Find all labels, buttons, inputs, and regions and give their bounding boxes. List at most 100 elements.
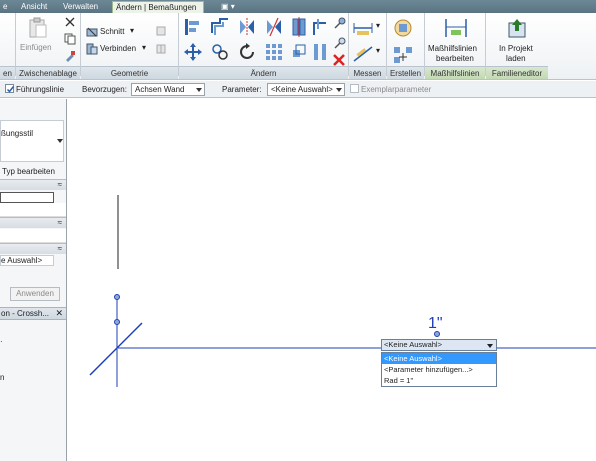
offset-icon[interactable] bbox=[210, 17, 230, 37]
paste-button-label[interactable]: Einfügen bbox=[20, 43, 52, 52]
prefer-select-value: Achsen Wand bbox=[135, 85, 185, 94]
parameter-select-value: <Keine Auswahl> bbox=[271, 85, 333, 94]
join-dropdown-arrow[interactable]: ▾ bbox=[142, 43, 146, 52]
leader-checkbox-group[interactable]: Führungslinie bbox=[5, 84, 64, 96]
instance-parameter-checkbox[interactable] bbox=[350, 84, 359, 93]
scale-icon[interactable] bbox=[291, 42, 307, 62]
drawing-canvas[interactable]: 1" bbox=[68, 99, 596, 461]
close-icon[interactable]: ✕ bbox=[55, 308, 63, 319]
properties-section-header[interactable]: ≈ bbox=[0, 243, 66, 254]
join-geometry-icon[interactable] bbox=[86, 43, 98, 55]
delete-icon[interactable] bbox=[332, 53, 346, 67]
wall-joins-icon[interactable] bbox=[155, 25, 167, 37]
options-bar: Führungslinie Bevorzugen: Achsen Wand Pa… bbox=[0, 81, 596, 98]
panel-label-measure: Messen bbox=[349, 66, 386, 79]
match-properties-icon[interactable] bbox=[64, 50, 76, 62]
edit-witness-lines-label-1[interactable]: Maßhilfslinien bbox=[428, 44, 477, 53]
panel-label-partial: en bbox=[0, 66, 15, 79]
edit-type-button[interactable]: Typ bearbeiten bbox=[2, 167, 55, 176]
dimension-label-select[interactable]: <Keine Auswahl> bbox=[381, 339, 497, 351]
array-icon[interactable] bbox=[264, 42, 284, 62]
cut-dropdown-arrow[interactable]: ▾ bbox=[130, 26, 134, 35]
edit-witness-lines-icon[interactable] bbox=[443, 17, 469, 39]
split-face-icon[interactable] bbox=[155, 43, 167, 55]
panel-label-create: Erstellen bbox=[387, 66, 424, 79]
aligned-dimension-icon[interactable] bbox=[352, 45, 374, 63]
panel-label-clipboard: Zwischenablage bbox=[16, 66, 80, 79]
cut-geometry-label[interactable]: Schnitt bbox=[100, 27, 124, 36]
load-into-project-label-1[interactable]: In Projekt bbox=[499, 44, 533, 53]
panel-label-family-editor: Familieneditor bbox=[486, 66, 548, 79]
properties-palette: ßungsstil Typ bearbeiten ≈ ≈ ≈ e Auswahl… bbox=[0, 99, 67, 461]
option-add-parameter[interactable]: <Parameter hinzufügen...> bbox=[382, 364, 496, 375]
collapse-icon[interactable]: ≈ bbox=[58, 244, 62, 253]
unpin-icon[interactable] bbox=[332, 37, 346, 51]
cut-geometry-icon[interactable] bbox=[86, 26, 98, 38]
drawing-svg[interactable] bbox=[68, 99, 596, 461]
chevron-down-icon bbox=[196, 88, 202, 92]
browser-item[interactable]: n bbox=[0, 373, 4, 382]
chevron-down-icon bbox=[336, 88, 342, 92]
instance-parameter-group[interactable]: Exemplarparameter bbox=[350, 84, 431, 96]
collapse-icon[interactable]: ≈ bbox=[58, 218, 62, 227]
panel-label-modify: Ändern bbox=[179, 66, 348, 79]
create-similar-icon[interactable] bbox=[392, 17, 414, 39]
edit-witness-lines-label-2[interactable]: bearbeiten bbox=[436, 54, 474, 63]
property-value-field[interactable] bbox=[0, 192, 54, 203]
split-gap-icon[interactable] bbox=[312, 42, 328, 62]
align-icon[interactable] bbox=[183, 17, 203, 37]
trim-extend-icon[interactable] bbox=[312, 17, 328, 37]
type-selector[interactable]: ßungsstil bbox=[0, 120, 64, 162]
mirror-axis-icon[interactable] bbox=[237, 17, 257, 37]
dimension-label-options: <Keine Auswahl> <Parameter hinzufügen...… bbox=[381, 352, 497, 387]
quick-access-dropdown[interactable]: ▣ ▾ bbox=[218, 1, 238, 13]
dimension-text[interactable]: 1" bbox=[428, 315, 443, 333]
properties-section-header[interactable]: ≈ bbox=[0, 217, 66, 228]
leader-label: Führungslinie bbox=[16, 85, 65, 94]
join-geometry-label[interactable]: Verbinden bbox=[100, 44, 136, 53]
chevron-down-icon bbox=[57, 139, 63, 143]
parameter-select[interactable]: <Keine Auswahl> bbox=[267, 83, 345, 96]
properties-section-header[interactable]: ≈ bbox=[0, 179, 66, 190]
load-into-project-icon[interactable] bbox=[506, 17, 528, 39]
property-row bbox=[0, 203, 66, 217]
prefer-select[interactable]: Achsen Wand bbox=[131, 83, 205, 96]
option-rad[interactable]: Rad = 1" bbox=[382, 375, 496, 386]
cut-scissors-icon[interactable] bbox=[64, 16, 76, 28]
measure-dropdown-arrow[interactable]: ▾ bbox=[376, 21, 380, 30]
instance-parameter-label: Exemplarparameter bbox=[361, 85, 432, 94]
chevron-down-icon bbox=[487, 344, 493, 348]
browser-item[interactable]: · bbox=[0, 337, 3, 346]
mirror-draw-axis-icon[interactable] bbox=[264, 17, 284, 37]
grip-handle[interactable] bbox=[114, 319, 120, 325]
ribbon: Einfügen Schnitt ▾ Verbinden ▾ ▾ ▾ Maßhi… bbox=[0, 13, 596, 80]
tab-verwalten[interactable]: Verwalten bbox=[60, 1, 101, 13]
prefer-label: Bevorzugen: bbox=[82, 85, 127, 94]
option-no-selection[interactable]: <Keine Auswahl> bbox=[382, 353, 496, 364]
label-property-value[interactable]: e Auswahl> bbox=[0, 255, 54, 266]
collapse-icon[interactable]: ≈ bbox=[58, 180, 62, 189]
dimension-label-select-value: <Keine Auswahl> bbox=[384, 340, 442, 349]
dimension-dropdown-arrow[interactable]: ▾ bbox=[376, 46, 380, 55]
split-element-icon[interactable] bbox=[291, 17, 307, 37]
leader-checkbox[interactable] bbox=[5, 84, 15, 93]
panel-label-witness-lines: Maßhilfslinien bbox=[425, 66, 485, 79]
load-into-project-label-2[interactable]: laden bbox=[506, 54, 526, 63]
apply-button[interactable]: Anwenden bbox=[10, 287, 60, 301]
panel-label-geometry: Geometrie bbox=[81, 66, 178, 79]
measure-distance-icon[interactable] bbox=[352, 19, 374, 37]
tab-partial[interactable]: e bbox=[0, 1, 10, 13]
tab-ansicht[interactable]: Ansicht bbox=[18, 1, 50, 13]
rotate-icon[interactable] bbox=[237, 42, 257, 62]
radius-leader-line[interactable] bbox=[89, 322, 143, 376]
pin-icon[interactable] bbox=[332, 17, 346, 31]
ribbon-tab-bar: e Ansicht Verwalten Ändern | Bemaßungen … bbox=[0, 0, 596, 14]
copy-element-icon[interactable] bbox=[210, 42, 230, 62]
project-browser-header[interactable]: on - Crossh... ✕ bbox=[0, 307, 66, 320]
parameter-label: Parameter: bbox=[222, 85, 262, 94]
move-icon[interactable] bbox=[183, 42, 203, 62]
grip-handle[interactable] bbox=[114, 294, 120, 300]
paste-icon[interactable] bbox=[28, 17, 48, 39]
copy-icon[interactable] bbox=[64, 33, 76, 45]
create-group-icon[interactable] bbox=[392, 45, 414, 65]
